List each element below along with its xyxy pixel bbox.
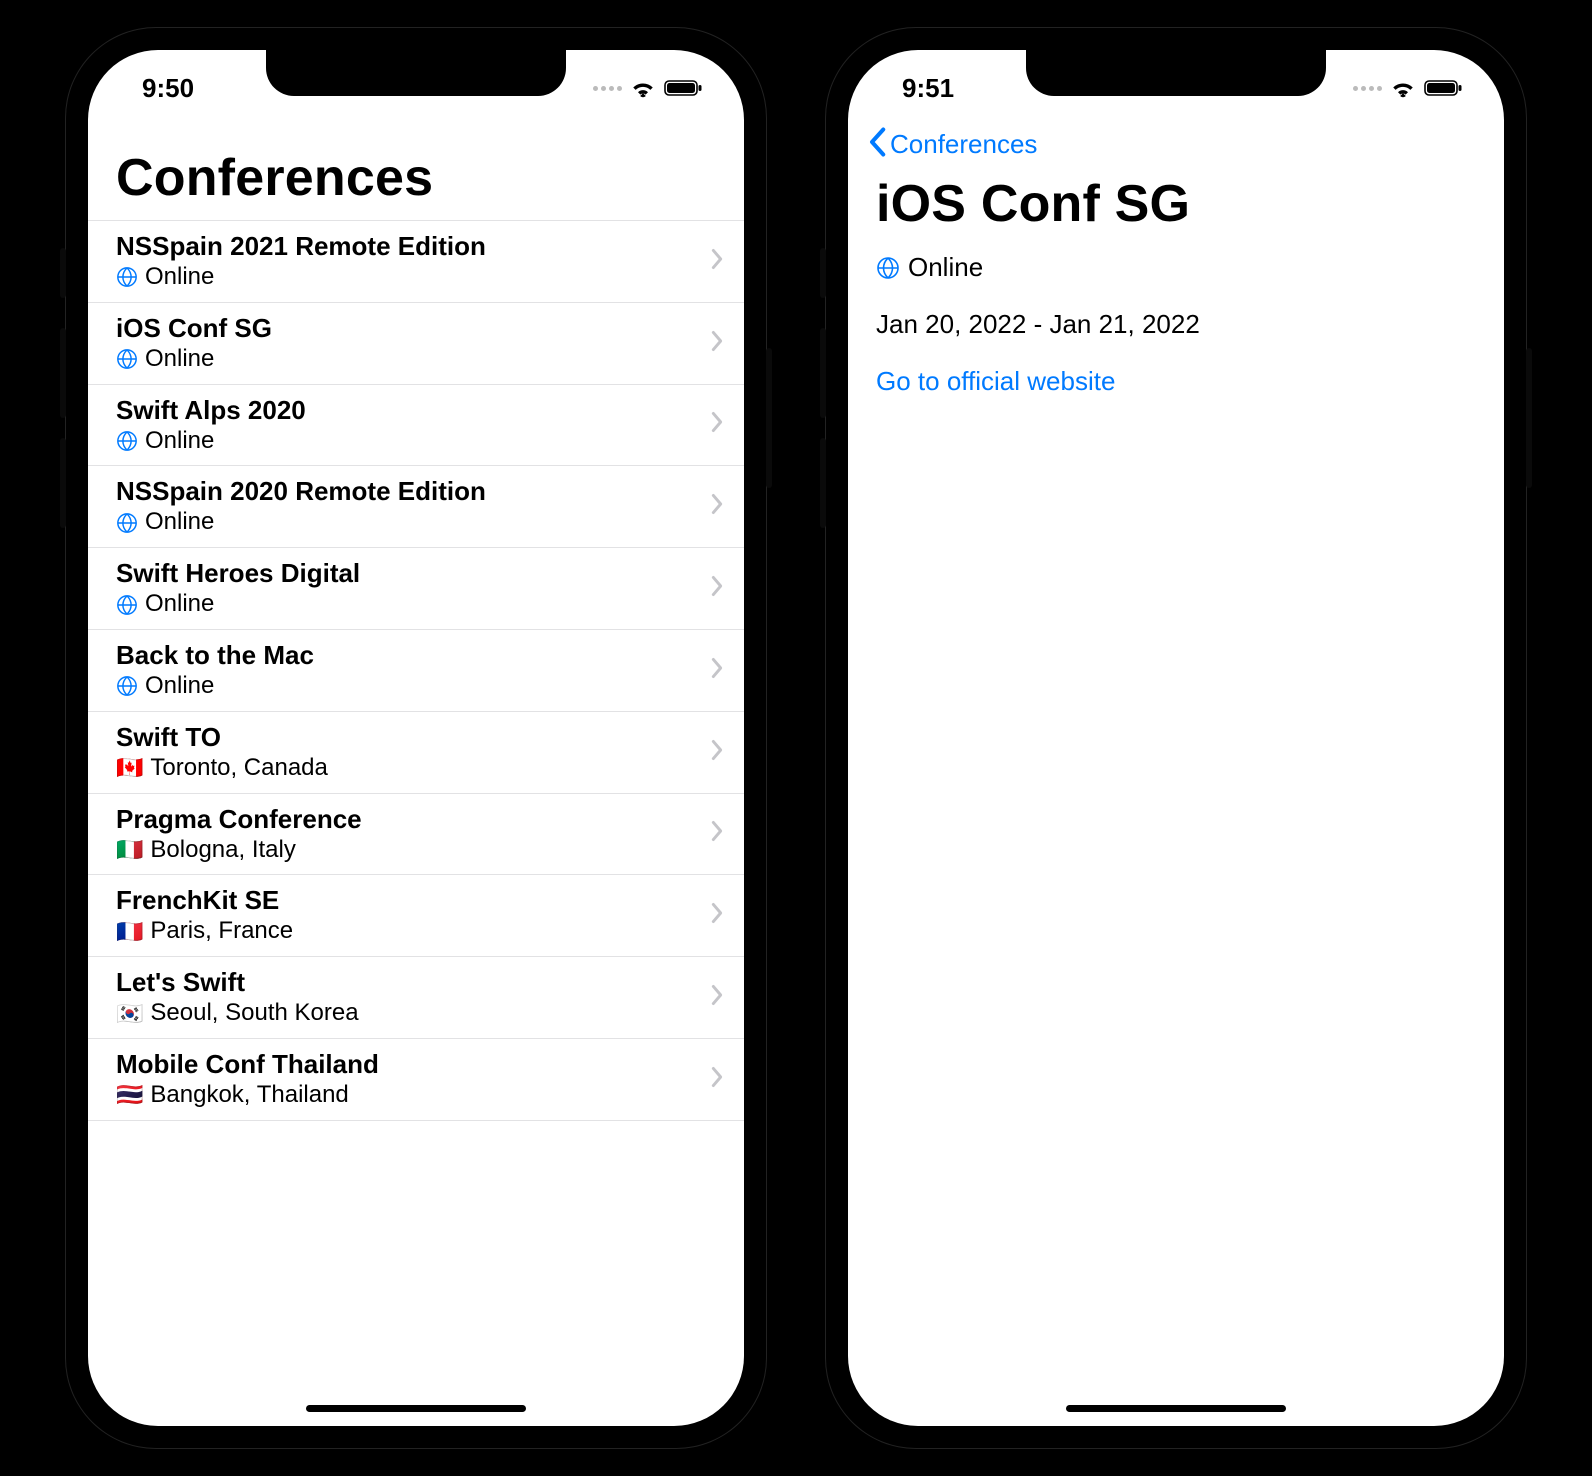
list-item-subtitle: 🇫🇷 Paris, France <box>116 917 293 946</box>
list-item-title: Swift TO <box>116 722 328 753</box>
battery-icon <box>1424 79 1464 97</box>
list-item[interactable]: Back to the MacOnline <box>88 629 744 711</box>
list-item-location: Bologna, Italy <box>150 836 295 865</box>
list-item-subtitle: Online <box>116 263 486 292</box>
list-item-subtitle: 🇨🇦 Toronto, Canada <box>116 754 328 783</box>
list-item-location: Online <box>145 590 214 619</box>
list-item-title: Back to the Mac <box>116 640 314 671</box>
list-item-title: iOS Conf SG <box>116 313 272 344</box>
list-item[interactable]: FrenchKit SE 🇫🇷 Paris, France <box>88 874 744 956</box>
list-item-title: Mobile Conf Thailand <box>116 1049 379 1080</box>
list-item[interactable]: Mobile Conf Thailand 🇹🇭 Bangkok, Thailand <box>88 1038 744 1121</box>
detail-dates: Jan 20, 2022 - Jan 21, 2022 <box>876 309 1476 340</box>
list-item-location: Toronto, Canada <box>150 754 327 783</box>
list-item-location: Online <box>145 427 214 456</box>
list-item[interactable]: Swift TO 🇨🇦 Toronto, Canada <box>88 711 744 793</box>
status-time: 9:50 <box>128 67 194 104</box>
list-item-title: Pragma Conference <box>116 804 362 835</box>
nav-bar: Conferences <box>848 120 1504 164</box>
list-item-location: Online <box>145 672 214 701</box>
signal-dots-icon <box>593 86 622 91</box>
chevron-right-icon <box>710 575 724 602</box>
flag-icon: 🇫🇷 <box>116 921 143 943</box>
list-item-title: Swift Heroes Digital <box>116 558 360 589</box>
list-item-subtitle: Online <box>116 672 314 701</box>
list-item-title: Let's Swift <box>116 967 359 998</box>
detail-location-text: Online <box>908 252 983 283</box>
phone-left: 9:50 Conferences NSSpain 2021 Remote Edi… <box>66 28 766 1448</box>
list-item-location: Online <box>145 263 214 292</box>
chevron-right-icon <box>710 902 724 929</box>
status-icons <box>1353 72 1464 98</box>
list-item[interactable]: NSSpain 2020 Remote EditionOnline <box>88 465 744 547</box>
list-item[interactable]: iOS Conf SGOnline <box>88 302 744 384</box>
phone-right: 9:51 Conferences iOS Conf SG <box>826 28 1526 1448</box>
chevron-right-icon <box>710 493 724 520</box>
globe-icon <box>116 594 138 616</box>
chevron-right-icon <box>710 330 724 357</box>
list-item-location: Seoul, South Korea <box>150 999 358 1028</box>
back-chevron-icon[interactable] <box>866 127 888 162</box>
flag-icon: 🇮🇹 <box>116 839 143 861</box>
list-item-subtitle: Online <box>116 427 306 456</box>
list-item-subtitle: 🇮🇹 Bologna, Italy <box>116 836 362 865</box>
screen-right: 9:51 Conferences iOS Conf SG <box>848 50 1504 1426</box>
globe-icon <box>116 512 138 534</box>
chevron-right-icon <box>710 984 724 1011</box>
notch <box>266 50 566 96</box>
list-item[interactable]: Swift Heroes DigitalOnline <box>88 547 744 629</box>
detail-title: iOS Conf SG <box>848 164 1504 246</box>
wifi-icon <box>630 78 656 98</box>
list-item[interactable]: Let's Swift 🇰🇷 Seoul, South Korea <box>88 956 744 1038</box>
wifi-icon <box>1390 78 1416 98</box>
screen-left: 9:50 Conferences NSSpain 2021 Remote Edi… <box>88 50 744 1426</box>
list-item-title: NSSpain 2020 Remote Edition <box>116 476 486 507</box>
notch <box>1026 50 1326 96</box>
flag-icon: 🇨🇦 <box>116 757 143 779</box>
list-item-title: NSSpain 2021 Remote Edition <box>116 231 486 262</box>
globe-icon <box>876 256 900 280</box>
list-item[interactable]: Swift Alps 2020Online <box>88 384 744 466</box>
list-item-title: Swift Alps 2020 <box>116 395 306 426</box>
list-item-subtitle: 🇰🇷 Seoul, South Korea <box>116 999 359 1028</box>
flag-icon: 🇰🇷 <box>116 1003 143 1025</box>
chevron-right-icon <box>710 248 724 275</box>
list-item-subtitle: 🇹🇭 Bangkok, Thailand <box>116 1081 379 1110</box>
detail-location: Online <box>876 252 1476 283</box>
back-button[interactable]: Conferences <box>890 129 1037 160</box>
home-indicator[interactable] <box>306 1405 526 1412</box>
list-item-title: FrenchKit SE <box>116 885 293 916</box>
official-website-link[interactable]: Go to official website <box>876 366 1476 397</box>
home-indicator[interactable] <box>1066 1405 1286 1412</box>
list-item-location: Paris, France <box>150 917 293 946</box>
globe-icon <box>116 675 138 697</box>
status-icons <box>593 72 704 98</box>
chevron-right-icon <box>710 739 724 766</box>
list-item-location: Bangkok, Thailand <box>150 1081 348 1110</box>
status-time: 9:51 <box>888 67 954 104</box>
globe-icon <box>116 348 138 370</box>
list-item-location: Online <box>145 345 214 374</box>
conference-list[interactable]: NSSpain 2021 Remote EditionOnlineiOS Con… <box>88 220 744 1426</box>
list-item-subtitle: Online <box>116 345 272 374</box>
chevron-right-icon <box>710 657 724 684</box>
list-item-subtitle: Online <box>116 590 360 619</box>
signal-dots-icon <box>1353 86 1382 91</box>
list-item-location: Online <box>145 508 214 537</box>
list-item[interactable]: Pragma Conference 🇮🇹 Bologna, Italy <box>88 793 744 875</box>
list-item-subtitle: Online <box>116 508 486 537</box>
flag-icon: 🇹🇭 <box>116 1084 143 1106</box>
chevron-right-icon <box>710 820 724 847</box>
chevron-right-icon <box>710 411 724 438</box>
chevron-right-icon <box>710 1066 724 1093</box>
globe-icon <box>116 266 138 288</box>
list-item[interactable]: NSSpain 2021 Remote EditionOnline <box>88 220 744 302</box>
battery-icon <box>664 79 704 97</box>
globe-icon <box>116 430 138 452</box>
page-title: Conferences <box>88 120 744 220</box>
